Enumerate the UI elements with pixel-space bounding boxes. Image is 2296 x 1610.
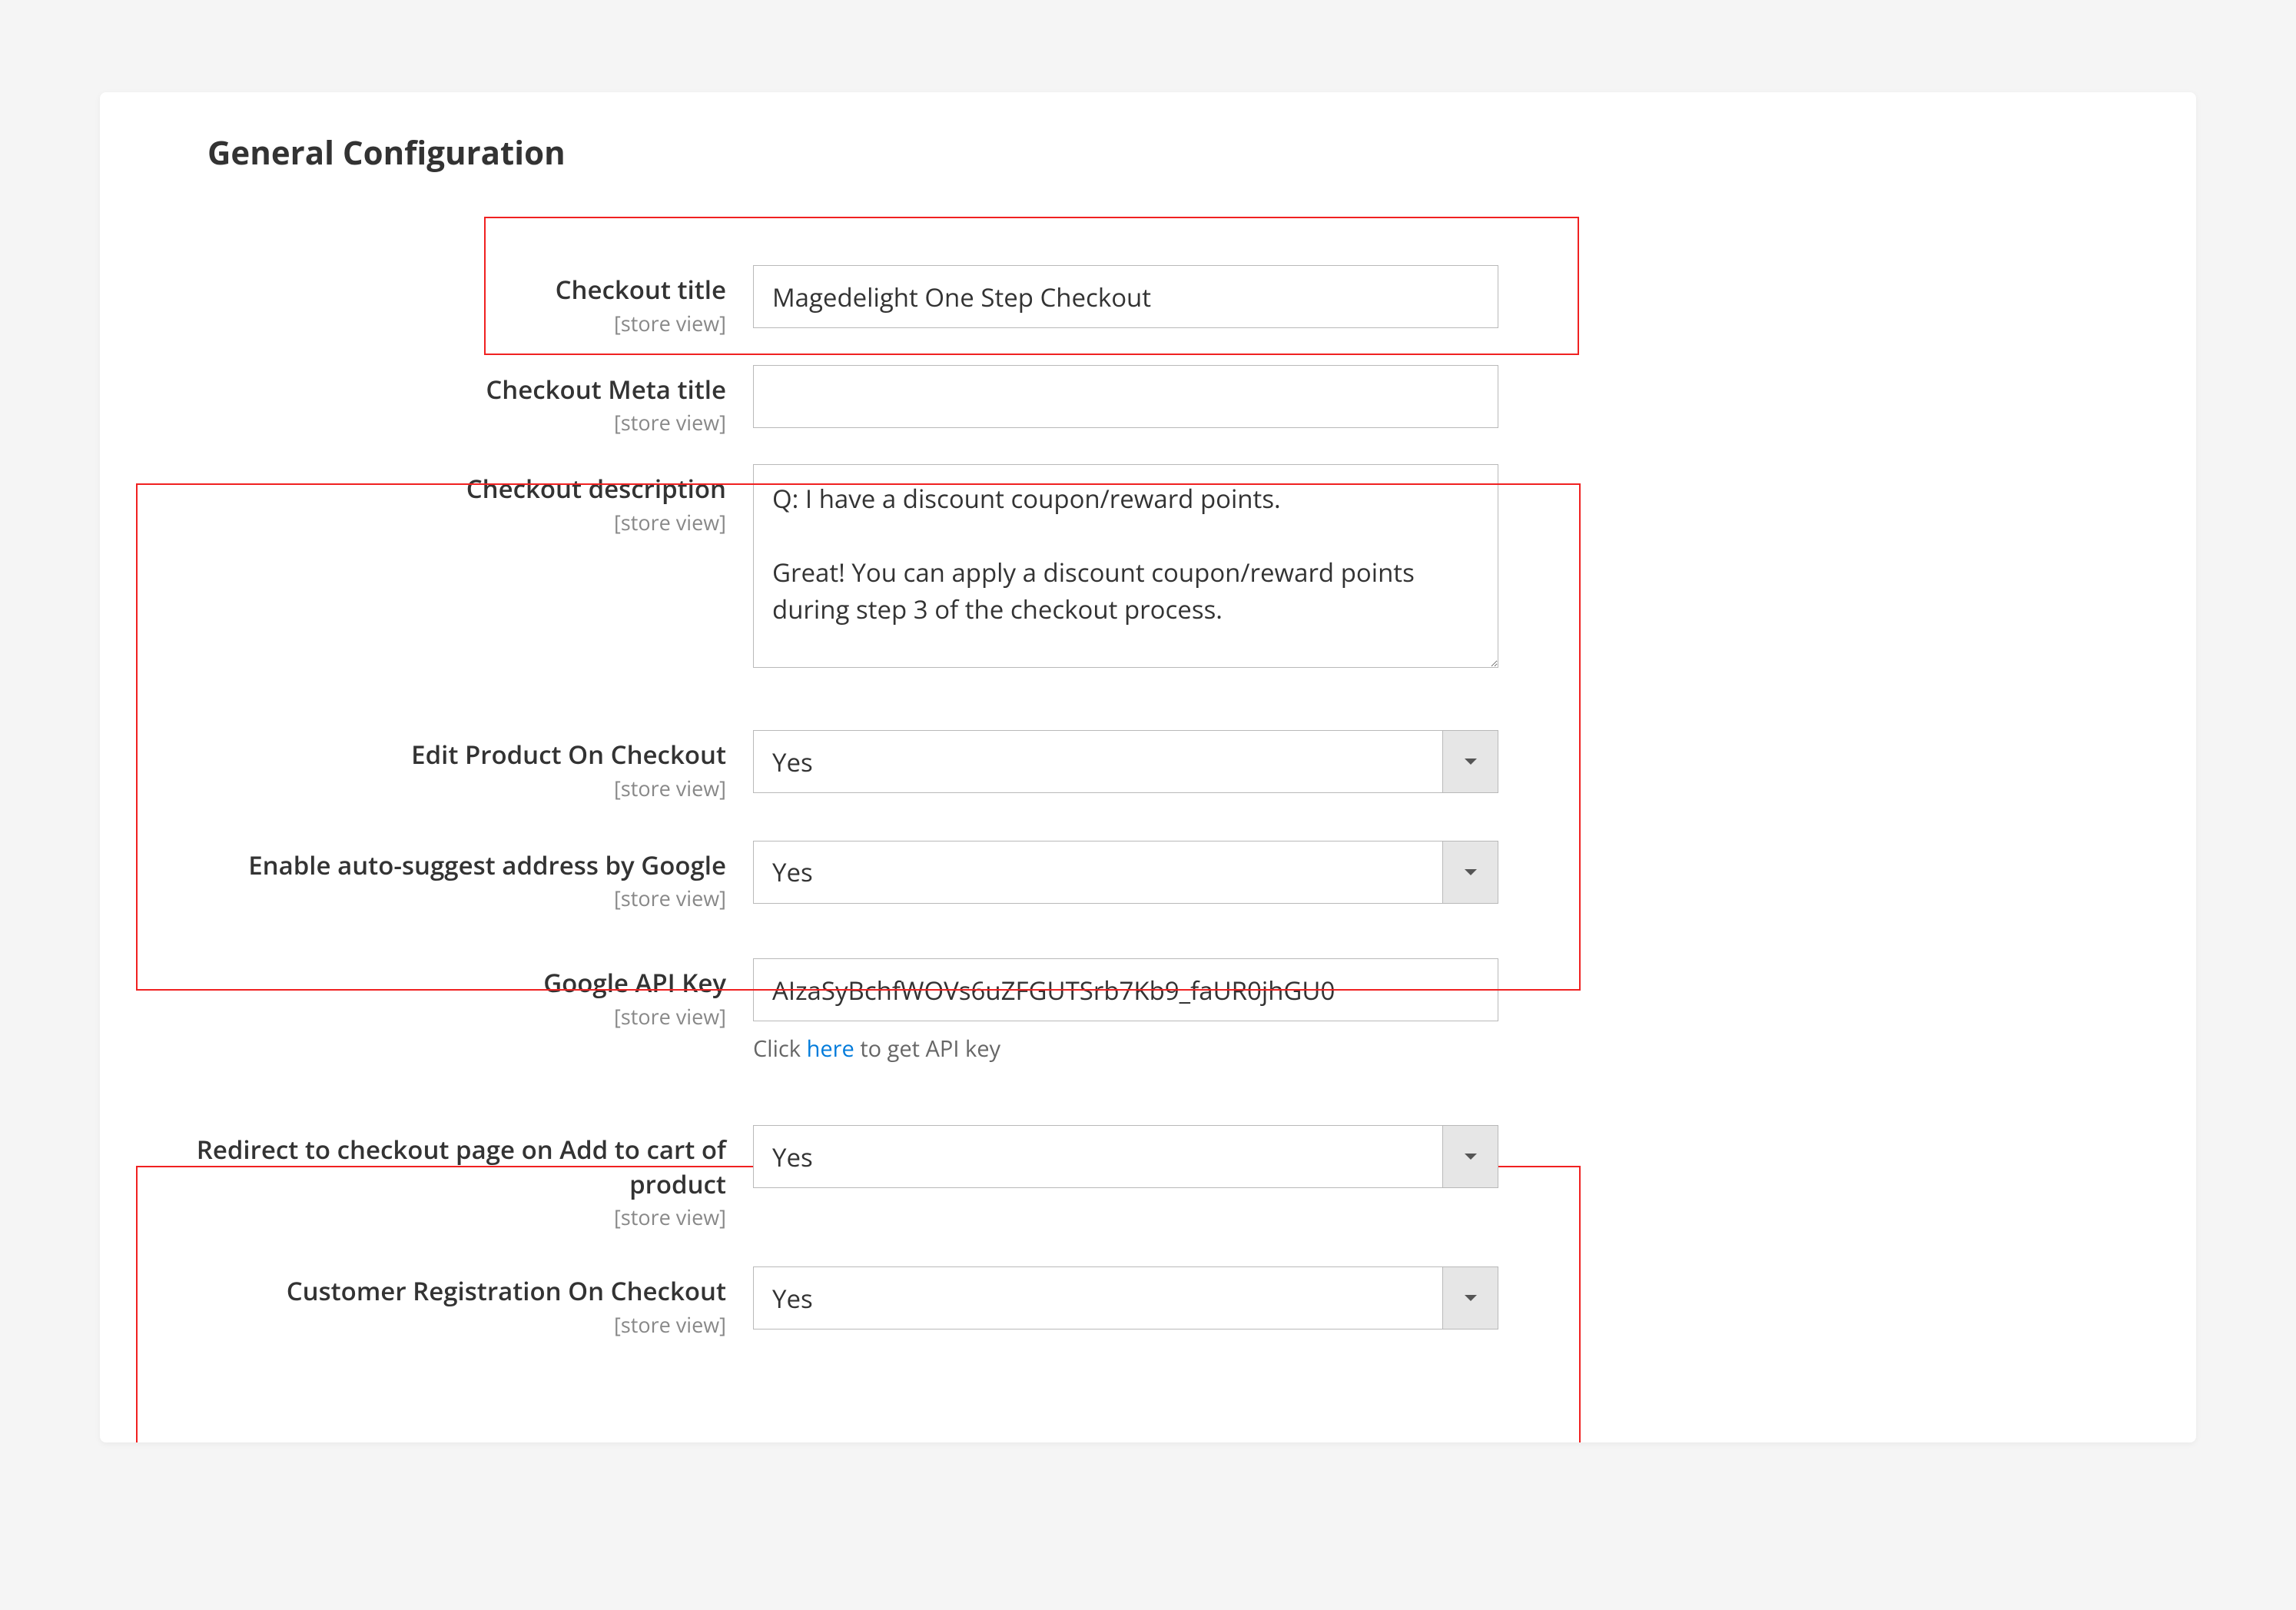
edit-product-select[interactable]: Yes [753, 730, 1498, 793]
config-rows: Checkout title [store view] Checkout Met… [123, 198, 2173, 1339]
row-checkout-title: Checkout title [store view] [123, 251, 2173, 351]
hint-text-post: to get API key [854, 1034, 1000, 1064]
field-label: Checkout title [556, 272, 726, 307]
label-col: Redirect to checkout page on Add to cart… [123, 1125, 753, 1231]
field-label: Edit Product On Checkout [411, 737, 726, 772]
row-checkout-description: Checkout description [store view] [123, 450, 2173, 705]
customer-registration-select[interactable]: Yes [753, 1266, 1498, 1329]
field-col: Yes [753, 730, 1498, 793]
field-label: Checkout description [466, 471, 726, 506]
row-customer-registration: Customer Registration On Checkout [store… [123, 1245, 2173, 1339]
field-col [753, 464, 1498, 675]
field-col [753, 265, 1498, 328]
hint-text-pre: Click [753, 1034, 807, 1064]
select-value: Yes [754, 745, 1442, 779]
google-api-key-input[interactable] [753, 958, 1498, 1021]
checkout-description-textarea[interactable] [753, 464, 1498, 668]
field-scope: [store view] [123, 1310, 726, 1339]
field-scope: [store view] [123, 508, 726, 536]
label-col: Google API Key [store view] [123, 958, 753, 1031]
label-col: Checkout title [store view] [123, 265, 753, 337]
redirect-checkout-select[interactable]: Yes [753, 1125, 1498, 1188]
field-label: Customer Registration On Checkout [287, 1273, 726, 1308]
field-col: Yes [753, 841, 1498, 904]
label-col: Customer Registration On Checkout [store… [123, 1266, 753, 1339]
api-key-here-link[interactable]: here [807, 1034, 854, 1064]
chevron-down-icon [1442, 731, 1498, 792]
chevron-down-icon [1442, 1267, 1498, 1329]
label-col: Checkout Meta title [store view] [123, 365, 753, 437]
chevron-down-icon [1442, 1126, 1498, 1187]
row-google-api-key: Google API Key [store view] Click here t… [123, 937, 2173, 1100]
select-value: Yes [754, 1140, 1442, 1174]
label-col: Edit Product On Checkout [store view] [123, 730, 753, 802]
field-label: Redirect to checkout page on Add to cart… [197, 1132, 726, 1201]
row-redirect-checkout: Redirect to checkout page on Add to cart… [123, 1100, 2173, 1245]
section-title: General Configuration [123, 123, 2173, 198]
row-checkout-meta-title: Checkout Meta title [store view] [123, 351, 2173, 451]
field-scope: [store view] [123, 1002, 726, 1031]
row-auto-suggest: Enable auto-suggest address by Google [s… [123, 816, 2173, 938]
select-value: Yes [754, 855, 1442, 889]
field-scope: [store view] [123, 309, 726, 337]
field-scope: [store view] [123, 884, 726, 912]
field-col [753, 365, 1498, 428]
field-col: Yes [753, 1125, 1498, 1188]
row-edit-product: Edit Product On Checkout [store view] Ye… [123, 705, 2173, 816]
field-scope: [store view] [123, 774, 726, 802]
checkout-title-input[interactable] [753, 265, 1498, 328]
field-scope: [store view] [123, 408, 726, 437]
checkout-meta-title-input[interactable] [753, 365, 1498, 428]
field-label: Checkout Meta title [486, 372, 726, 407]
api-key-hint: Click here to get API key [753, 1034, 1498, 1064]
label-col: Checkout description [store view] [123, 464, 753, 536]
select-value: Yes [754, 1281, 1442, 1316]
config-panel: General Configuration Checkout title [st… [100, 92, 2196, 1442]
field-col: Click here to get API key [753, 958, 1498, 1064]
field-label: Google API Key [543, 965, 726, 1000]
auto-suggest-select[interactable]: Yes [753, 841, 1498, 904]
label-col: Enable auto-suggest address by Google [s… [123, 841, 753, 913]
chevron-down-icon [1442, 842, 1498, 903]
field-scope: [store view] [123, 1203, 726, 1231]
field-label: Enable auto-suggest address by Google [248, 848, 726, 882]
field-col: Yes [753, 1266, 1498, 1329]
